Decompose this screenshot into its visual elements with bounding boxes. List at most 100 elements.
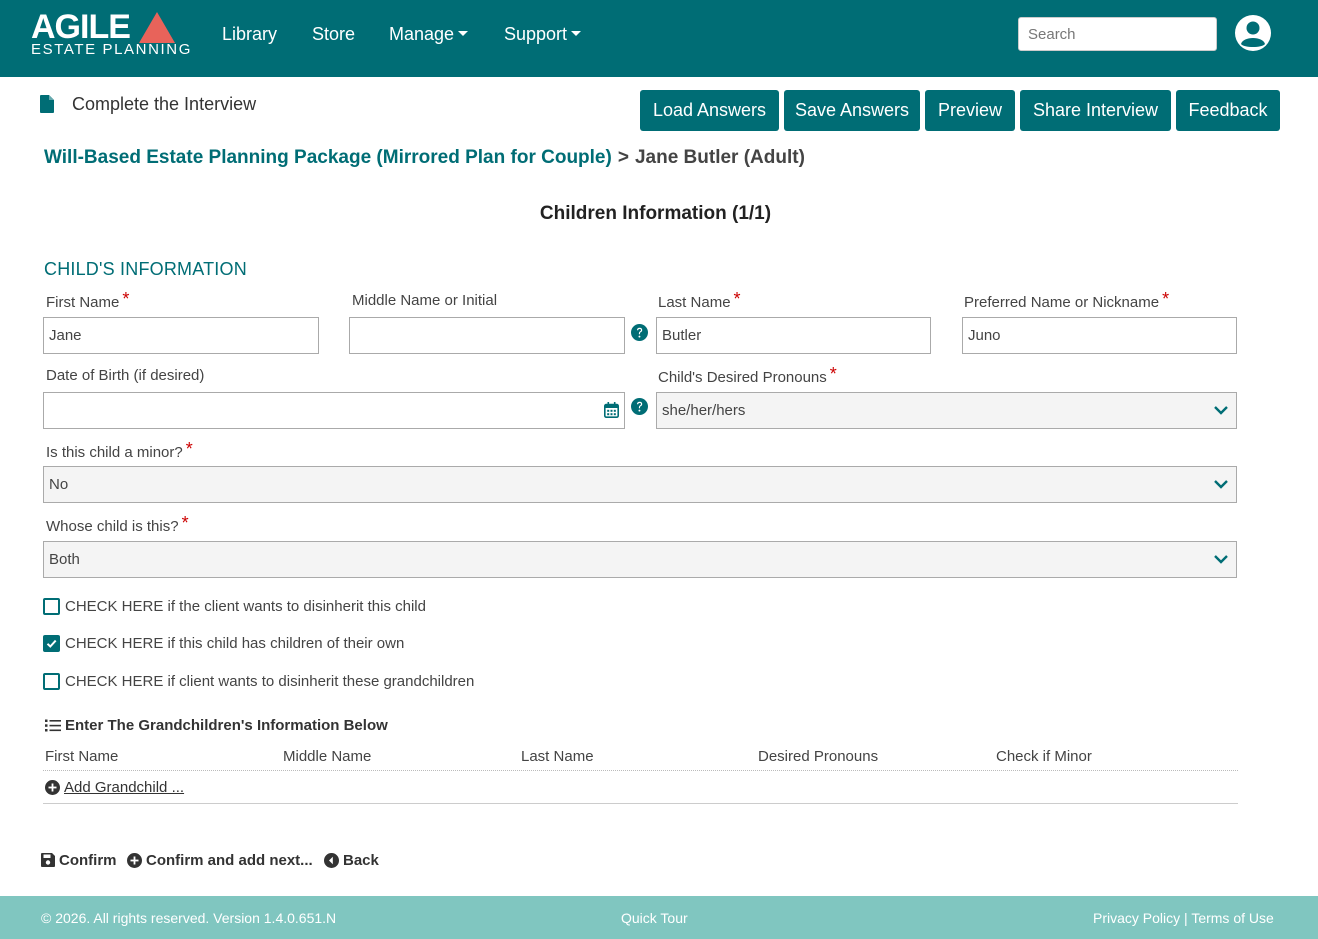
grandchildren-col-last-name: Last Name bbox=[521, 748, 594, 765]
preferred-name-label-text: Preferred Name or Nickname bbox=[964, 294, 1160, 311]
grandchildren-title-text: Enter The Grandchildren's Information Be… bbox=[65, 717, 388, 734]
last-name-field[interactable]: Butler bbox=[656, 317, 931, 354]
minor-value: No bbox=[49, 476, 69, 493]
minor-label: Is this child a minor? * bbox=[46, 439, 193, 462]
breadcrumb-separator: > bbox=[617, 147, 629, 168]
logo-triangle-icon bbox=[139, 12, 175, 43]
confirm-label: Confirm bbox=[59, 852, 117, 869]
required-mark: * bbox=[185, 439, 193, 459]
user-circle-icon[interactable] bbox=[1234, 14, 1272, 52]
checkbox-label: CHECK HERE if this child has children of… bbox=[65, 635, 405, 652]
pronouns-label-text: Child's Desired Pronouns bbox=[658, 369, 827, 386]
middle-name-label: Middle Name or Initial bbox=[352, 292, 498, 309]
first-name-label: First Name * bbox=[46, 289, 130, 312]
preferred-name-field[interactable]: Juno bbox=[962, 317, 1237, 354]
help-icon[interactable] bbox=[631, 324, 648, 341]
grandchildren-col-middle-name: Middle Name bbox=[283, 748, 372, 765]
nav-manage-label: Manage bbox=[389, 24, 455, 44]
required-mark: * bbox=[181, 513, 189, 533]
required-mark: * bbox=[733, 289, 741, 309]
checkbox-box[interactable] bbox=[43, 598, 60, 615]
whose-label-text: Whose child is this? bbox=[46, 518, 179, 535]
pronouns-select[interactable]: she/her/hers bbox=[656, 392, 1237, 429]
minor-label-text: Is this child a minor? bbox=[46, 444, 183, 461]
checkmark-icon bbox=[46, 639, 57, 648]
nav-support-label: Support bbox=[504, 24, 568, 44]
confirm-and-add-next-label: Confirm and add next... bbox=[146, 852, 313, 869]
search-input[interactable] bbox=[1018, 17, 1217, 51]
terms-of-use-link[interactable]: Terms of Use bbox=[1191, 910, 1273, 926]
help-icon[interactable] bbox=[631, 398, 648, 415]
breadcrumb-package-link[interactable]: Will-Based Estate Planning Package (Mirr… bbox=[44, 147, 612, 168]
pronouns-label: Child's Desired Pronouns * bbox=[658, 364, 837, 387]
dob-label: Date of Birth (if desired) bbox=[46, 367, 205, 384]
share-interview-button[interactable]: Share Interview bbox=[1020, 90, 1171, 131]
nav-manage[interactable]: Manage bbox=[389, 22, 469, 46]
load-answers-button[interactable]: Load Answers bbox=[640, 90, 779, 131]
breadcrumb: Will-Based Estate Planning Package (Mirr… bbox=[44, 147, 805, 169]
minor-select[interactable]: No bbox=[43, 466, 1237, 503]
checkbox-box[interactable] bbox=[43, 635, 60, 652]
plus-circle-icon bbox=[127, 852, 142, 868]
last-name-label: Last Name * bbox=[658, 289, 741, 312]
top-navbar: AGILE ESTATE PLANNING Library Store Mana… bbox=[0, 0, 1318, 77]
page-title: Complete the Interview bbox=[72, 94, 257, 114]
checkbox-label: CHECK HERE if the client wants to disinh… bbox=[65, 598, 426, 615]
nav-support[interactable]: Support bbox=[504, 22, 582, 46]
caret-down-icon bbox=[571, 30, 582, 36]
nav-library[interactable]: Library bbox=[222, 22, 277, 46]
grandchildren-col-pronouns: Desired Pronouns bbox=[758, 748, 879, 765]
footer-copyright: © 2026. All rights reserved. Version 1.4… bbox=[41, 910, 337, 926]
footer-separator: | bbox=[1184, 910, 1188, 926]
first-name-label-text: First Name bbox=[46, 294, 120, 311]
quick-tour-link[interactable]: Quick Tour bbox=[621, 909, 688, 927]
whose-label: Whose child is this? * bbox=[46, 513, 189, 536]
grandchildren-col-first-name: First Name bbox=[45, 748, 119, 765]
pronouns-value: she/her/hers bbox=[662, 402, 746, 419]
back-label: Back bbox=[343, 852, 379, 869]
preview-button[interactable]: Preview bbox=[925, 90, 1015, 131]
middle-name-field[interactable] bbox=[349, 317, 625, 354]
section-title: Children Information (1/1) bbox=[539, 203, 772, 224]
plus-circle-icon bbox=[45, 779, 60, 795]
last-name-label-text: Last Name bbox=[658, 294, 731, 311]
grandchildren-title: Enter The Grandchildren's Information Be… bbox=[45, 716, 388, 736]
table-header-divider bbox=[43, 770, 1238, 771]
chevron-down-icon bbox=[1214, 406, 1228, 415]
privacy-policy-link[interactable]: Privacy Policy bbox=[1093, 910, 1180, 926]
footer: © 2026. All rights reserved. Version 1.4… bbox=[0, 896, 1318, 939]
checkbox-label: CHECK HERE if client wants to disinherit… bbox=[65, 673, 475, 690]
dob-field[interactable] bbox=[43, 392, 625, 429]
required-mark: * bbox=[829, 364, 837, 384]
group-title: CHILD'S INFORMATION bbox=[44, 259, 247, 279]
file-icon bbox=[40, 95, 54, 113]
checkbox-box[interactable] bbox=[43, 673, 60, 690]
whose-select[interactable]: Both bbox=[43, 541, 1237, 578]
preferred-name-label: Preferred Name or Nickname * bbox=[964, 289, 1170, 312]
brand-logo[interactable]: AGILE ESTATE PLANNING bbox=[31, 8, 190, 60]
feedback-button[interactable]: Feedback bbox=[1176, 90, 1280, 131]
confirm-and-add-next-button[interactable]: Confirm and add next... bbox=[127, 851, 313, 871]
arrow-left-circle-icon bbox=[324, 852, 339, 868]
logo-text-bottom: ESTATE PLANNING bbox=[31, 41, 192, 58]
first-name-field[interactable]: Jane bbox=[43, 317, 319, 354]
confirm-button[interactable]: Confirm bbox=[41, 851, 117, 871]
chevron-down-icon bbox=[1214, 480, 1228, 489]
required-mark: * bbox=[122, 289, 130, 309]
logo-text-top: AGILE bbox=[31, 8, 131, 46]
footer-legal-links: Privacy Policy | Terms of Use bbox=[1093, 909, 1274, 927]
add-grandchild-link[interactable]: Add Grandchild ... bbox=[45, 778, 184, 798]
add-grandchild-label: Add Grandchild ... bbox=[64, 779, 185, 796]
table-bottom-divider bbox=[43, 803, 1238, 804]
caret-down-icon bbox=[458, 30, 469, 36]
chevron-down-icon bbox=[1214, 555, 1228, 564]
save-icon bbox=[41, 853, 55, 868]
calendar-icon[interactable] bbox=[604, 402, 619, 418]
required-mark: * bbox=[1162, 289, 1170, 309]
nav-store[interactable]: Store bbox=[312, 22, 355, 46]
list-icon bbox=[45, 719, 61, 732]
whose-value: Both bbox=[49, 551, 80, 568]
save-answers-button[interactable]: Save Answers bbox=[784, 90, 920, 131]
back-button[interactable]: Back bbox=[324, 851, 379, 871]
breadcrumb-current: Jane Butler (Adult) bbox=[634, 147, 805, 168]
